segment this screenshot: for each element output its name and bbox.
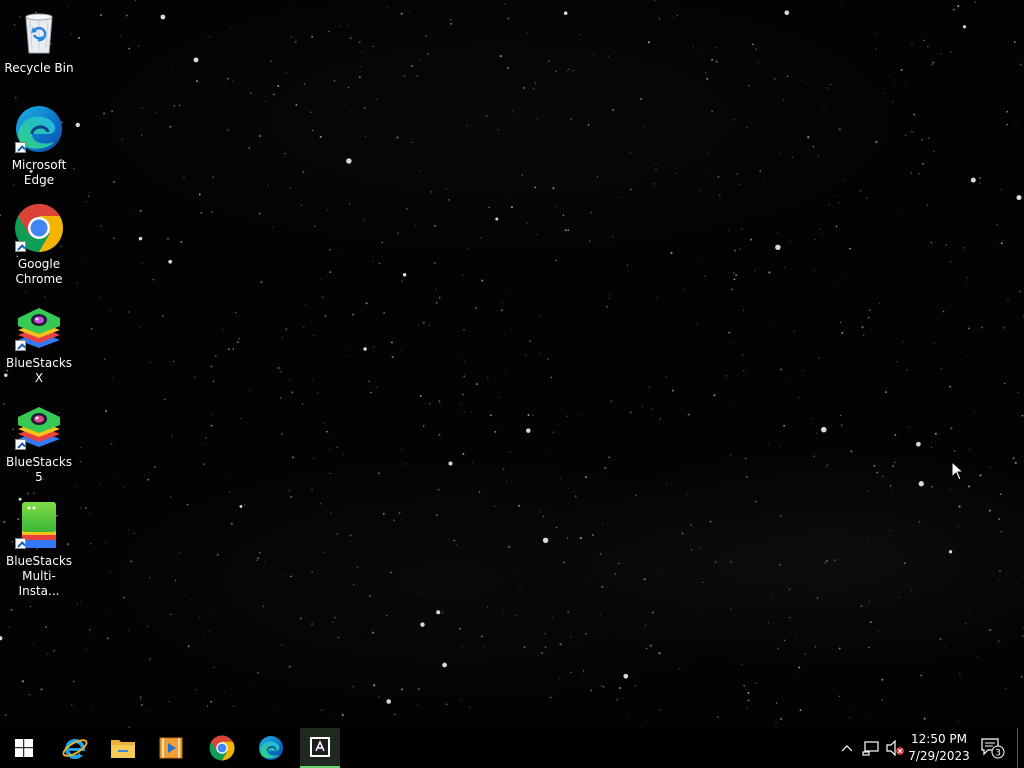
taskbar-internet-explorer[interactable] [51, 728, 99, 768]
edge-icon [14, 104, 64, 154]
windows-start-icon [15, 739, 33, 757]
desktop-icon-label: Recycle Bin [4, 61, 74, 75]
bluestacks-multi-instance-icon [310, 737, 330, 757]
desktop[interactable]: Recycle Bin Microsoft Edge Google Chrome… [0, 0, 1024, 728]
taskbar: 12:50 PM 7/29/2023 3 [0, 728, 1024, 768]
taskbar-microsoft-edge[interactable] [247, 728, 295, 768]
shortcut-arrow-icon [15, 439, 26, 450]
taskbar-file-explorer[interactable] [99, 728, 147, 768]
notifications-icon: 3 [981, 738, 1005, 759]
desktop-icon-label: BlueStacks Multi-Insta... [5, 554, 73, 598]
shortcut-arrow-icon [15, 241, 26, 252]
edge-icon [259, 736, 283, 760]
desktop-icon-bluestacks-5[interactable]: BlueStacks 5 [2, 401, 76, 485]
show-hidden-icons-button[interactable] [838, 728, 856, 768]
desktop-icon-google-chrome[interactable]: Google Chrome [2, 203, 76, 287]
internet-explorer-icon [62, 739, 88, 759]
volume-button[interactable] [884, 728, 906, 768]
shortcut-arrow-icon [15, 142, 26, 153]
volume-muted-icon [886, 740, 904, 756]
network-icon [862, 741, 879, 756]
desktop-icon-label: BlueStacks X [5, 356, 73, 385]
desktop-icon-microsoft-edge[interactable]: Microsoft Edge [2, 104, 76, 188]
clock-time: 12:50 PM [911, 732, 967, 746]
bluestacks-5-icon [14, 401, 64, 451]
show-desktop-button[interactable] [1017, 728, 1024, 768]
desktop-icon-recycle-bin[interactable]: Recycle Bin [2, 7, 76, 76]
bluestacks-x-icon [14, 302, 64, 352]
bluestacks-multi-instance-icon [14, 500, 64, 550]
desktop-icon-bluestacks-multi-instance[interactable]: BlueStacks Multi-Insta... [2, 500, 76, 599]
chrome-icon [209, 735, 235, 761]
taskbar-google-chrome[interactable] [198, 728, 246, 768]
taskbar-bluestacks-multi-instance[interactable] [300, 728, 340, 768]
recycle-bin-icon [14, 7, 64, 57]
taskbar-media-player[interactable] [147, 728, 195, 768]
clock-button[interactable]: 12:50 PM 7/29/2023 [905, 728, 973, 768]
shortcut-arrow-icon [15, 538, 26, 549]
start-button[interactable] [0, 728, 48, 768]
network-button[interactable] [860, 728, 882, 768]
desktop-icon-label: BlueStacks 5 [5, 455, 73, 484]
notification-count-badge: 3 [995, 749, 1001, 759]
shortcut-arrow-icon [15, 340, 26, 351]
media-player-icon [159, 737, 183, 759]
chevron-up-icon [841, 745, 853, 752]
desktop-icon-bluestacks-x[interactable]: BlueStacks X [2, 302, 76, 386]
file-explorer-icon [111, 740, 135, 758]
starfield-wallpaper [0, 0, 1024, 728]
desktop-icon-label: Microsoft Edge [11, 158, 67, 187]
clock-date: 7/29/2023 [908, 749, 970, 763]
action-center-button[interactable]: 3 [978, 728, 1008, 768]
desktop-icon-label: Google Chrome [15, 257, 63, 286]
chrome-icon [14, 203, 64, 253]
mouse-cursor-icon [951, 461, 965, 481]
